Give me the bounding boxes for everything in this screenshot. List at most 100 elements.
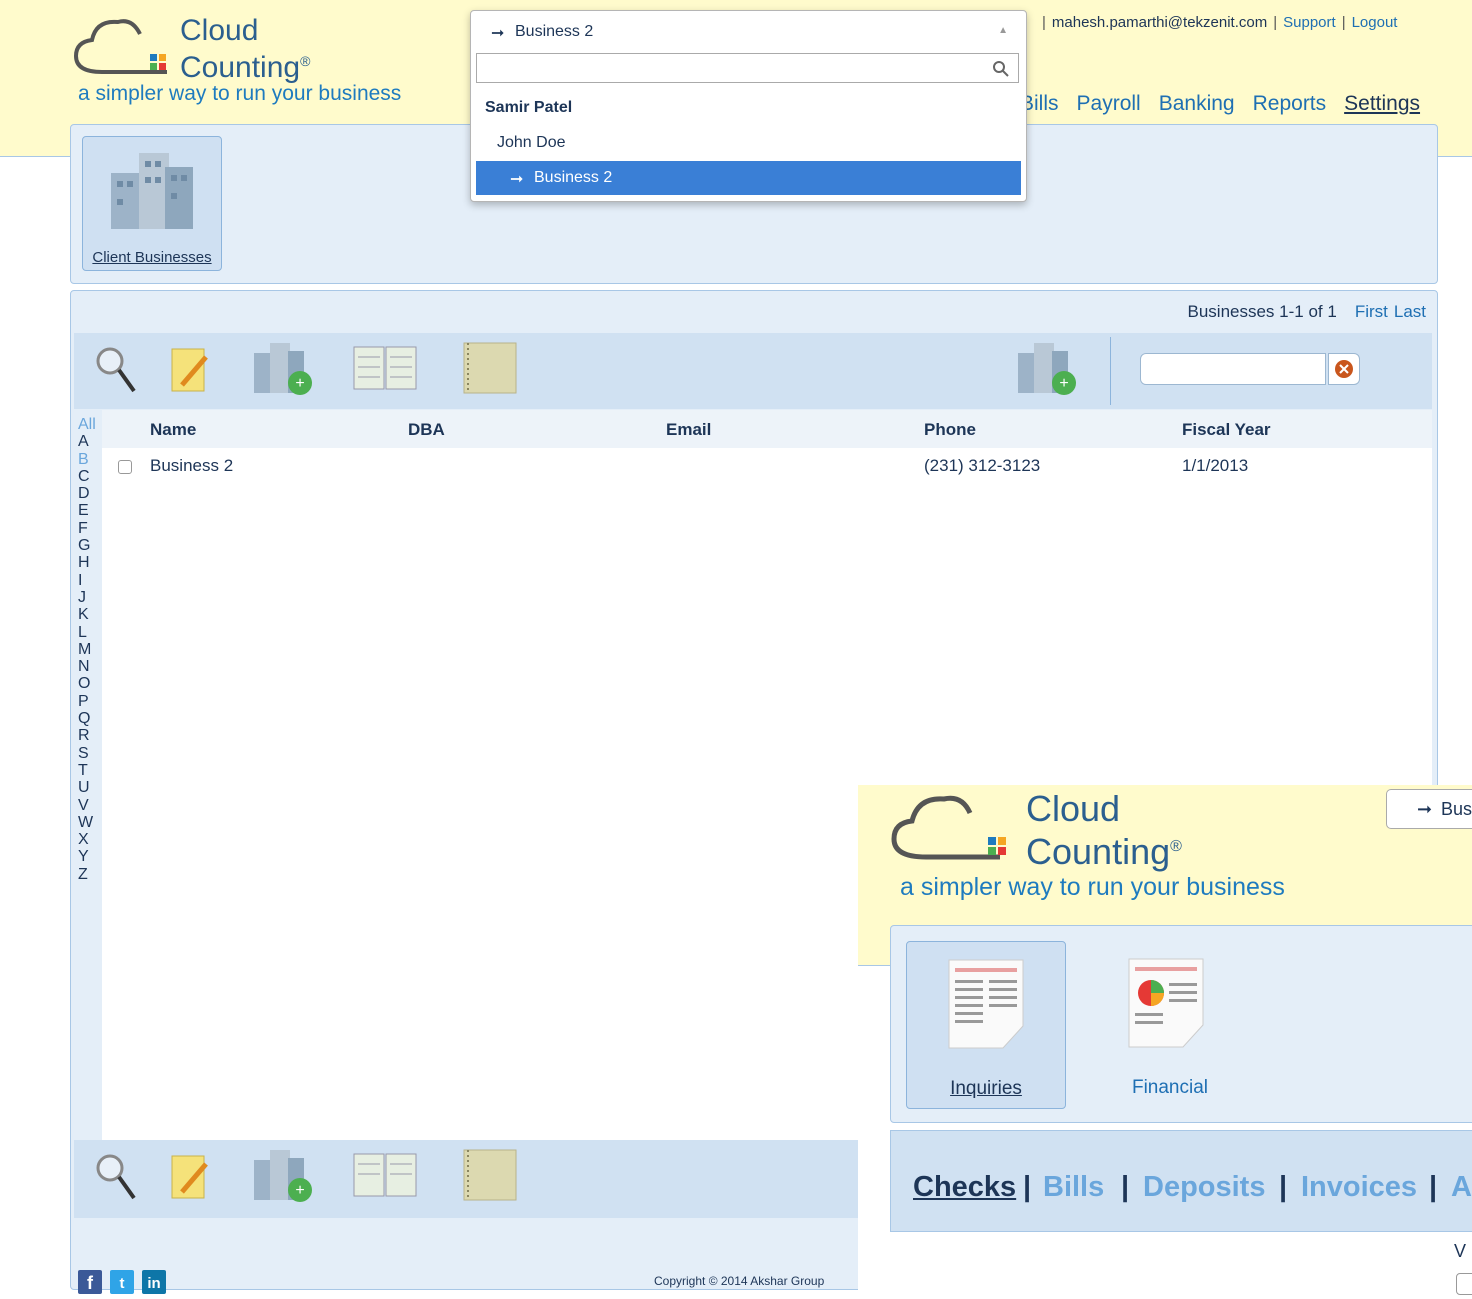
alpha-filter-i[interactable]: I — [78, 572, 100, 589]
svg-text:+: + — [1059, 375, 1068, 392]
alpha-filter-u[interactable]: U — [78, 779, 100, 796]
alpha-filter-y[interactable]: Y — [78, 848, 100, 865]
social-links: f t in — [78, 1270, 178, 1299]
ledger-icon[interactable] — [352, 343, 420, 393]
toolbar-divider — [1110, 337, 1111, 405]
col-name[interactable]: Name — [150, 420, 196, 440]
cloud-logo-icon — [891, 795, 1006, 860]
alpha-filter-a[interactable]: A — [78, 433, 100, 450]
overlay-partial-checkbox[interactable] — [1456, 1273, 1472, 1295]
col-email[interactable]: Email — [666, 420, 711, 440]
nav-payroll[interactable]: Payroll — [1077, 92, 1141, 115]
row-checkbox[interactable] — [118, 460, 132, 474]
twitter-icon[interactable]: t — [110, 1270, 134, 1294]
financial-module[interactable]: Financial — [1091, 941, 1249, 1107]
business-selector-dropdown[interactable]: ➞ Business 2 ▲ Samir Patel John Doe ➞ Bu… — [470, 10, 1027, 202]
col-fiscal-year[interactable]: Fiscal Year — [1182, 420, 1271, 440]
facebook-icon[interactable]: f — [78, 1270, 102, 1294]
arrow-icon: ➞ — [491, 25, 505, 42]
col-dba[interactable]: DBA — [408, 420, 445, 440]
alpha-filter-d[interactable]: D — [78, 485, 100, 502]
main-nav: Bills Payroll Banking Reports Settings — [1020, 92, 1420, 116]
edit-icon[interactable] — [170, 1152, 214, 1202]
alpha-filter-w[interactable]: W — [78, 814, 100, 831]
alpha-filter-q[interactable]: Q — [78, 710, 100, 727]
tab-sep: | — [1121, 1171, 1130, 1203]
clear-icon — [1335, 360, 1353, 378]
alpha-filter-j[interactable]: J — [78, 589, 100, 606]
add-business-icon-right[interactable]: + — [1016, 341, 1082, 397]
svg-text:f: f — [87, 1273, 94, 1293]
pager-first[interactable]: First — [1355, 302, 1388, 321]
inquiries-module[interactable]: Inquiries — [906, 941, 1066, 1109]
journal-icon[interactable] — [462, 341, 518, 395]
alpha-filter-l[interactable]: L — [78, 624, 100, 641]
ledger-icon[interactable] — [352, 1150, 420, 1200]
alpha-filter-o[interactable]: O — [78, 675, 100, 692]
add-business-icon[interactable]: + — [252, 1148, 318, 1204]
overlay-partial-label: V — [1454, 1241, 1467, 1261]
col-phone[interactable]: Phone — [924, 420, 976, 440]
pager-last[interactable]: Last — [1394, 302, 1426, 321]
table-row[interactable]: Business 2 (231) 312-3123 1/1/2013 — [102, 448, 1432, 482]
logout-link[interactable]: Logout — [1352, 14, 1398, 31]
brand-line2: Counting® — [180, 51, 311, 84]
add-business-icon[interactable]: + — [252, 341, 318, 397]
clear-search-button[interactable] — [1328, 353, 1360, 385]
inquiries-label: Inquiries — [950, 1078, 1022, 1099]
search-icon[interactable] — [94, 345, 138, 395]
business-search-input[interactable] — [476, 53, 1019, 83]
alpha-filter-g[interactable]: G — [78, 537, 100, 554]
tab-checks[interactable]: Checks — [913, 1171, 1016, 1204]
alpha-filter-n[interactable]: N — [78, 658, 100, 675]
bottom-toolbar: + — [74, 1140, 858, 1218]
alphabet-filter: All A B C D E F G H I J K L M N O P Q R S T U V W X Y Z — [78, 416, 100, 883]
nav-banking[interactable]: Banking — [1159, 92, 1235, 115]
nav-reports[interactable]: Reports — [1253, 92, 1327, 115]
financial-report-icon — [1128, 958, 1204, 1048]
alpha-filter-m[interactable]: M — [78, 641, 100, 658]
business-selector[interactable]: ➞ Business 2 ▲ — [477, 17, 1018, 47]
alpha-filter-x[interactable]: X — [78, 831, 100, 848]
alpha-filter-k[interactable]: K — [78, 606, 100, 623]
overlay-brand-line2: Counting® — [1026, 831, 1182, 872]
user-bar: | mahesh.pamarthi@tekzenit.com | Support | Lo… — [1042, 14, 1398, 31]
option-john-doe[interactable]: John Doe — [497, 134, 566, 152]
brand-line1: Cloud — [180, 14, 259, 47]
alpha-filter-h[interactable]: H — [78, 554, 100, 571]
tab-invoices[interactable]: Invoices — [1301, 1171, 1417, 1204]
search-icon[interactable] — [94, 1152, 138, 1202]
tab-deposits[interactable]: Deposits — [1143, 1171, 1265, 1204]
alpha-filter-z[interactable]: Z — [78, 866, 100, 883]
tab-partial[interactable]: A — [1451, 1171, 1472, 1204]
nav-settings[interactable]: Settings — [1344, 92, 1420, 115]
alpha-filter-f[interactable]: F — [78, 520, 100, 537]
user-email: mahesh.pamarthi@tekzenit.com — [1051, 14, 1268, 31]
quick-search-input[interactable] — [1140, 353, 1326, 385]
alpha-filter-r[interactable]: R — [78, 727, 100, 744]
option-business-2[interactable]: ➞ Business 2 — [476, 161, 1021, 195]
edit-icon[interactable] — [170, 345, 214, 395]
overlay-business-selector[interactable]: ➞ Bus — [1386, 789, 1472, 829]
alpha-filter-v[interactable]: V — [78, 797, 100, 814]
alpha-filter-t[interactable]: T — [78, 762, 100, 779]
client-businesses-module[interactable]: Client Businesses — [82, 136, 222, 271]
table-header: Name DBA Email Phone Fiscal Year — [102, 410, 1432, 448]
alpha-filter-e[interactable]: E — [78, 502, 100, 519]
linkedin-icon[interactable]: in — [142, 1270, 166, 1294]
arrow-icon: ➞ — [510, 171, 524, 188]
tab-sep: | — [1279, 1171, 1288, 1203]
alpha-filter-c[interactable]: C — [78, 468, 100, 485]
alpha-filter-b[interactable]: B — [78, 451, 100, 468]
cell-name[interactable]: Business 2 — [150, 456, 233, 476]
alpha-filter-all[interactable]: All — [78, 416, 100, 433]
journal-icon[interactable] — [462, 1148, 518, 1202]
tab-sep: | — [1023, 1171, 1032, 1203]
alpha-filter-p[interactable]: P — [78, 693, 100, 710]
support-link[interactable]: Support — [1283, 14, 1336, 31]
logo[interactable] — [72, 14, 182, 89]
pager-count: Businesses 1-1 of 1 — [1187, 302, 1337, 321]
alpha-filter-s[interactable]: S — [78, 745, 100, 762]
tab-bills[interactable]: Bills — [1043, 1171, 1104, 1204]
copyright: Copyright © 2014 Akshar Group — [654, 1274, 825, 1288]
